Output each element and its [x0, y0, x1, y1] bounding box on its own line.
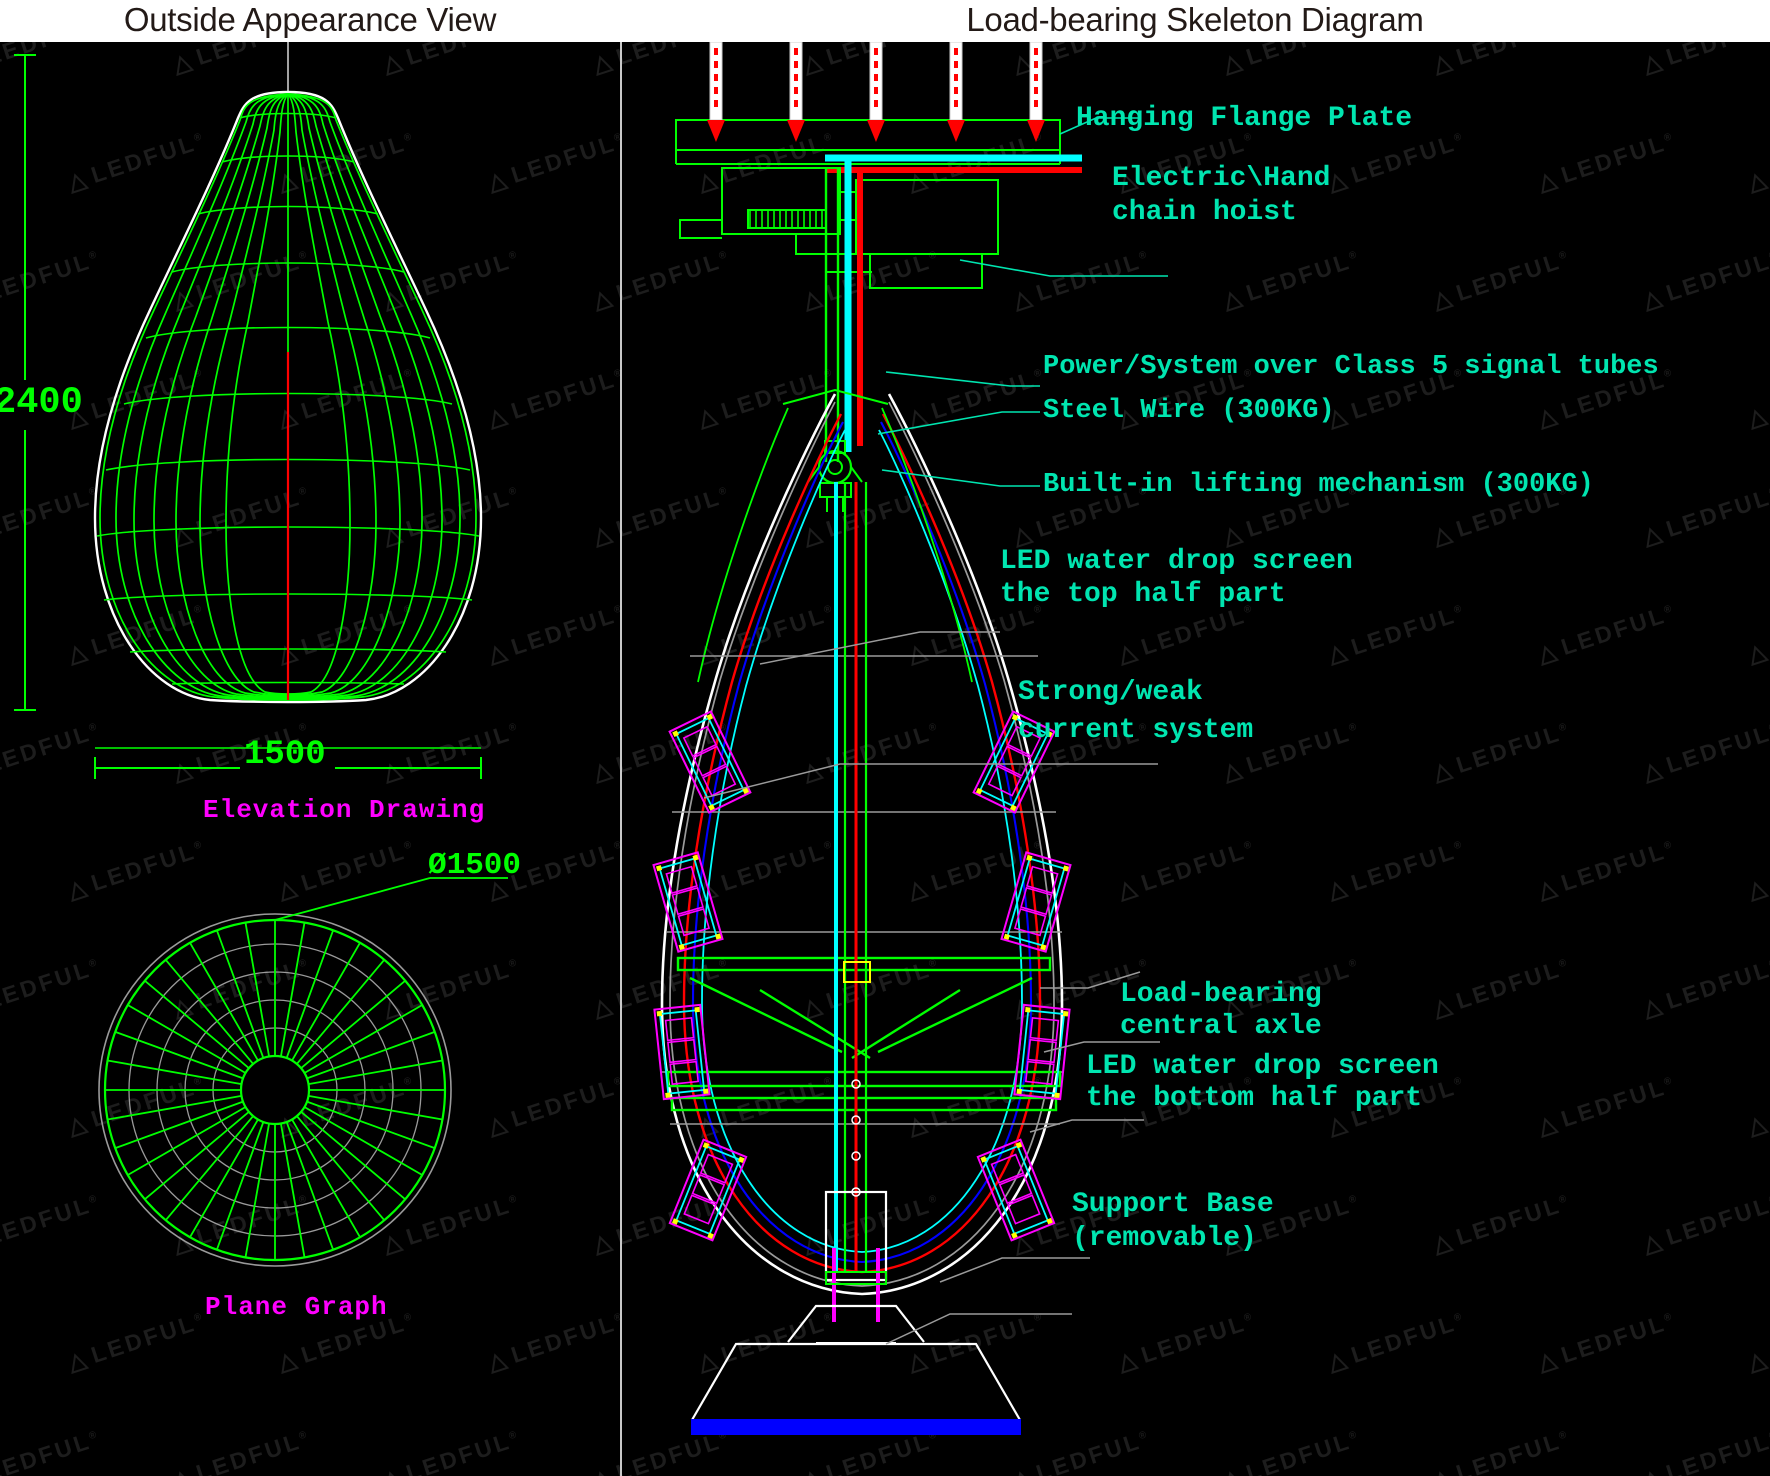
label-steel-wire: Steel Wire (300KG) [1043, 396, 1335, 428]
plane-spoke [108, 1060, 242, 1084]
shell-outline-cyan [702, 430, 1022, 1252]
label-electric-hand-chain-hoist-l1: Electric\Hand [1112, 162, 1330, 195]
led-module-bolt [1063, 1011, 1068, 1016]
load-arrow-dash [874, 61, 878, 68]
label-led-screen-top-half-l2: the top half part [1000, 578, 1286, 611]
label-hanging-flange-plate: Hanging Flange Plate [1076, 102, 1412, 135]
load-arrow-dash [1034, 74, 1038, 81]
width-dimension-label: 1500 [244, 735, 326, 775]
load-arrow-dash [954, 74, 958, 81]
load-arrow-head [707, 120, 725, 142]
led-module-bolt [657, 1011, 662, 1016]
label-power-system-signal-tubes: Power/System over Class 5 signal tubes [1043, 352, 1659, 384]
label-support-base-l1: Support Base [1072, 1188, 1274, 1221]
load-arrow-dash [874, 48, 878, 55]
page-title-right: Load-bearing Skeleton Diagram [620, 0, 1770, 42]
panel-divider [620, 42, 622, 1476]
diameter-dimension-label: Ø1500 [428, 848, 521, 885]
led-module-bolt [703, 1088, 708, 1093]
load-arrow-dash [714, 100, 718, 107]
plane-spoke [281, 1123, 305, 1257]
plane-spoke [245, 1123, 269, 1257]
elevation-drawing-caption: Elevation Drawing [203, 795, 485, 826]
load-arrow-dash [954, 48, 958, 55]
label-led-screen-bottom-half-l2: the bottom half part [1086, 1082, 1422, 1115]
label-led-screen-bottom-half-l1: LED water drop screen [1086, 1050, 1439, 1083]
led-module-bolt [1026, 855, 1032, 861]
load-arrow-dash [874, 74, 878, 81]
led-module-bolt [656, 865, 662, 871]
plane-graph-caption: Plane Graph [205, 1292, 388, 1323]
led-module-bolt [1054, 1093, 1059, 1098]
plane-spoke [308, 1060, 442, 1084]
led-module [670, 711, 751, 812]
load-arrow-dash [954, 100, 958, 107]
label-strong-weak-current-system-l1: Strong/weak [1018, 676, 1203, 709]
shell-outline-white [662, 394, 1062, 1294]
load-arrow-dash [794, 87, 798, 94]
led-module-cell [701, 1155, 733, 1183]
led-module-bolt [694, 1007, 699, 1012]
plane-spoke [245, 923, 269, 1057]
plane-spoke [308, 1096, 442, 1120]
height-dimension-label: 2400 [0, 382, 83, 426]
load-arrow-dash [954, 61, 958, 68]
load-arrow-head [867, 120, 885, 142]
shell-outline-gray [670, 402, 1054, 1286]
load-arrow-dash [714, 61, 718, 68]
load-arrow-head [787, 120, 805, 142]
page-title-left: Outside Appearance View [0, 0, 620, 42]
load-arrow-dash [794, 48, 798, 55]
load-arrow-dash [954, 87, 958, 94]
label-load-bearing-central-axle-l1: Load-bearing [1120, 978, 1322, 1011]
load-arrow-dash [794, 100, 798, 107]
hoist-chain-teeth [750, 210, 822, 228]
green-beam-frames [668, 958, 1060, 1110]
top-shoulder-frame [783, 390, 888, 404]
load-arrow-dash [794, 74, 798, 81]
load-arrow-dash [714, 74, 718, 81]
label-strong-weak-current-system-l2: current system [1018, 714, 1253, 747]
load-arrow-dash [714, 87, 718, 94]
label-support-base-l2: (removable) [1072, 1222, 1257, 1255]
load-arrow-dash [794, 61, 798, 68]
led-module-frame [670, 711, 751, 812]
load-arrow-dash [1034, 48, 1038, 55]
load-arrow-dash [1034, 87, 1038, 94]
label-built-in-lifting-mechanism: Built-in lifting mechanism (300KG) [1043, 470, 1594, 502]
load-arrow-dash [874, 100, 878, 107]
load-arrow-dash [714, 48, 718, 55]
led-module-cell [992, 1155, 1024, 1183]
load-arrow-dash [1034, 100, 1038, 107]
led-module-bolt [665, 1092, 670, 1097]
right-panel-drawing [620, 42, 1770, 1476]
led-module-bolt [1017, 1089, 1022, 1094]
plane-spoke [108, 1096, 242, 1120]
cad-drawing-canvas: △LEDFUL®△LEDFUL®△LEDFUL®△LEDFUL®△LEDFUL®… [0, 0, 1770, 1476]
led-module-bolt [1025, 1007, 1030, 1012]
label-load-bearing-central-axle-l2: central axle [1120, 1010, 1322, 1043]
load-arrow-head [1027, 120, 1045, 142]
plane-spoke [281, 923, 305, 1057]
load-arrow-dash [1034, 61, 1038, 68]
plane-graph [99, 914, 451, 1266]
label-led-screen-top-half-l1: LED water drop screen [1000, 545, 1353, 578]
load-arrows [707, 42, 1045, 142]
load-arrow-head [947, 120, 965, 142]
shell-outline-blue [693, 422, 1031, 1262]
title-bar: Outside Appearance View Load-bearing Ske… [0, 0, 1770, 42]
load-arrow-dash [874, 87, 878, 94]
label-electric-hand-chain-hoist-l2: chain hoist [1112, 196, 1297, 229]
